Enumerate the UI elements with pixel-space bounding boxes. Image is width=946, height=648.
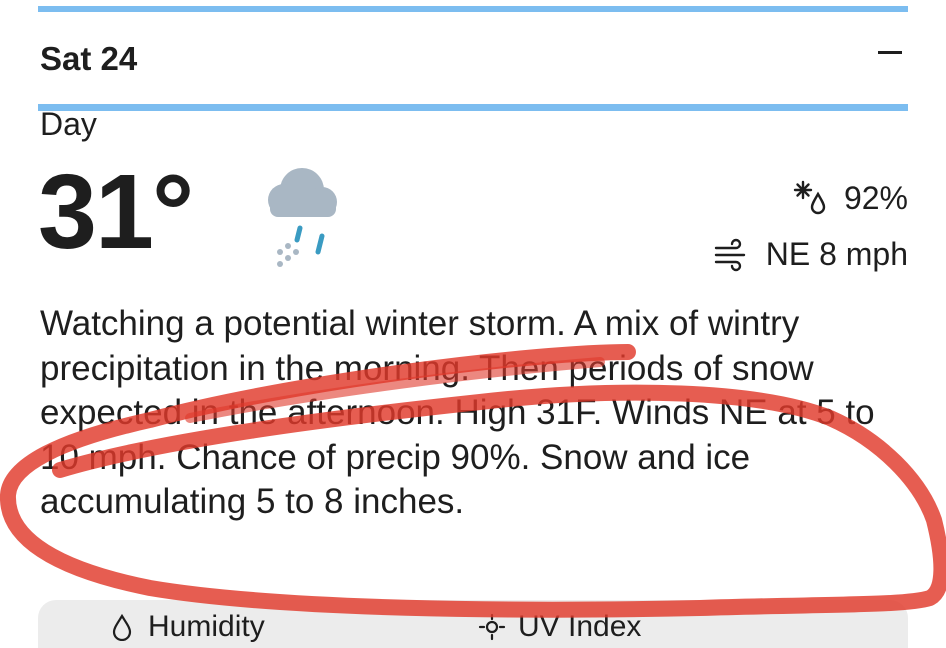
- uv-index-icon: [478, 613, 506, 641]
- cloud-shape: [268, 168, 337, 217]
- wind-row: NE 8 mph: [648, 226, 908, 282]
- top-divider: [38, 6, 908, 12]
- day-header[interactable]: Sat 24: [38, 24, 908, 96]
- weather-detail-page: Sat 24 Day 31° 92% NE 8 mph Watching a p…: [0, 0, 946, 648]
- forecast-narrative: Watching a potential winter storm. A mix…: [40, 304, 875, 521]
- temperature: 31°: [38, 153, 194, 271]
- uv-index-label: UV Index: [518, 610, 642, 643]
- period-label: Day: [40, 106, 97, 142]
- details-card[interactable]: Humidity UV Index: [38, 600, 908, 648]
- period-stats: 92% NE 8 mph: [648, 170, 908, 282]
- snow-precip-icon: [793, 180, 826, 215]
- humidity-label: Humidity: [148, 610, 265, 643]
- day-title: Sat 24: [40, 40, 138, 77]
- wind-icon: [714, 238, 745, 272]
- rain-drops: [294, 225, 325, 255]
- precip-chance-value: 92%: [843, 179, 908, 216]
- collapse-button[interactable]: [872, 34, 908, 70]
- wind-value: NE 8 mph: [765, 235, 908, 272]
- minus-icon: [878, 50, 902, 54]
- snow-dots: [277, 243, 299, 267]
- precip-chance-row: 92%: [648, 170, 908, 226]
- humidity-item[interactable]: Humidity: [108, 610, 265, 644]
- section-divider: [38, 104, 908, 111]
- uv-index-item[interactable]: UV Index: [478, 610, 641, 644]
- humidity-icon: [112, 613, 132, 641]
- cloud-wintry-mix-icon: [268, 168, 337, 267]
